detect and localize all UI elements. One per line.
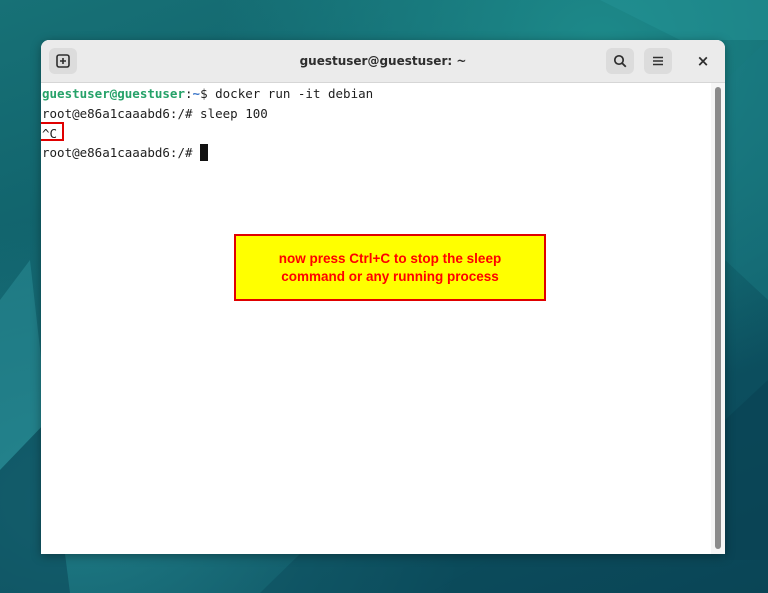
close-button[interactable]: × [689,48,717,74]
window-title: guestuser@guestuser: ~ [299,54,467,68]
scrollbar-thumb[interactable] [715,87,721,549]
terminal-line-1: guestuser@guestuser:~$ docker run -it de… [42,84,373,103]
new-tab-icon [56,54,70,68]
hamburger-menu-icon [653,56,663,66]
search-button[interactable] [606,48,634,74]
menu-button[interactable] [644,48,672,74]
annotation-line-2: command or any running process [281,268,499,284]
terminal-line-2: root@e86a1caaabd6:/# sleep 100 [42,106,268,121]
new-tab-button[interactable] [49,48,77,74]
ctrl-c-highlight-box [41,122,64,141]
root-prompt: root@e86a1caaabd6:/# [42,145,201,160]
titlebar: guestuser@guestuser: ~ × [41,40,725,83]
annotation-line-1: now press Ctrl+C to stop the sleep [278,250,502,266]
command-text: $ docker run -it debian [200,86,374,101]
terminal-output[interactable]: guestuser@guestuser:~$ docker run -it de… [41,83,711,554]
prompt-path: ~ [192,86,201,101]
close-icon: × [696,52,710,70]
search-icon [613,54,627,68]
prompt-user: guestuser@guestuser [42,86,185,101]
annotation-callout: now press Ctrl+C to stop the sleep comma… [234,234,546,301]
prompt-separator: : [185,86,193,101]
scrollbar[interactable] [711,83,725,554]
terminal-line-4: root@e86a1caaabd6:/# [42,143,209,162]
text-cursor [200,144,209,161]
